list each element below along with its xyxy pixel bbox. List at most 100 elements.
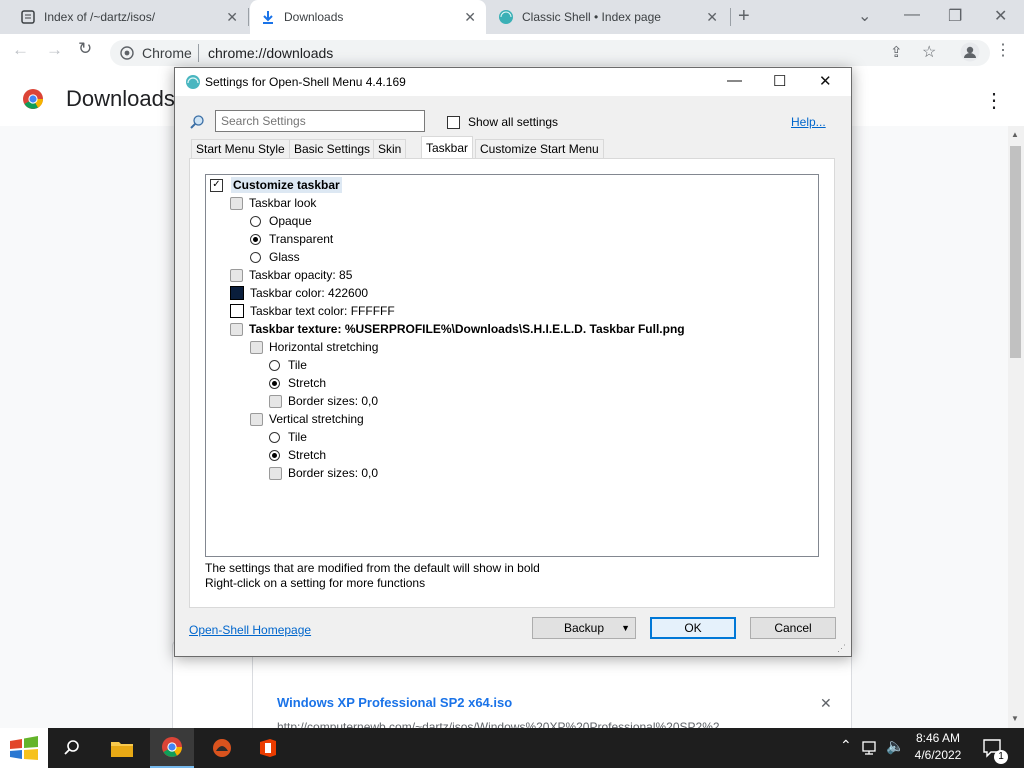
resize-grip-icon[interactable]: ⋰ [837, 643, 846, 654]
network-icon[interactable] [862, 740, 880, 756]
clock-date[interactable]: 4/6/2022 [912, 748, 964, 762]
tab-index-of-isos[interactable]: Index of /~dartz/isos/ ✕ [0, 0, 248, 34]
dialog-minimize-icon[interactable]: — [727, 72, 742, 89]
taskbar-app[interactable] [200, 728, 244, 768]
radio-icon[interactable] [250, 215, 261, 227]
scrollbar-thumb[interactable] [1010, 146, 1021, 358]
scroll-down-icon[interactable]: ▼ [1011, 714, 1019, 723]
color-swatch[interactable] [230, 304, 244, 318]
radio-icon[interactable] [269, 431, 280, 443]
color-swatch[interactable] [230, 286, 244, 300]
close-tab-icon[interactable]: ✕ [464, 9, 476, 26]
tab-downloads[interactable]: Downloads ✕ [250, 0, 486, 34]
settings-page-icon [250, 412, 263, 426]
tab-customize-start-menu[interactable]: Customize Start Menu [475, 139, 604, 158]
checkbox-box[interactable] [447, 115, 460, 129]
tree-label: Taskbar look [249, 196, 317, 210]
tab-label: Classic Shell • Index page [522, 10, 661, 24]
radio-selected-icon[interactable] [269, 449, 280, 461]
scroll-up-icon[interactable]: ▲ [1011, 130, 1019, 139]
downloads-menu-icon[interactable]: ⋮ [984, 88, 1004, 113]
ok-button[interactable]: OK [650, 617, 736, 639]
radio-selected-icon[interactable] [250, 233, 261, 245]
tree-item-taskbar-look[interactable]: Taskbar look [230, 194, 316, 212]
tab-search-icon[interactable]: ⌄ [858, 6, 871, 26]
tab-taskbar[interactable]: Taskbar [421, 136, 474, 158]
tree-item-customize-taskbar[interactable]: ✓ Customize taskbar [210, 176, 342, 194]
tree-item-transparent[interactable]: Transparent [250, 230, 333, 248]
show-hidden-icons[interactable]: ⌃ [840, 737, 852, 754]
search-settings-input[interactable] [215, 110, 425, 132]
check-icon[interactable]: ✓ [210, 178, 223, 192]
tree-label: Tile [288, 358, 307, 372]
back-icon[interactable]: ← [12, 40, 29, 60]
new-tab-button[interactable]: + [738, 5, 750, 28]
reload-icon[interactable]: ↻ [78, 39, 92, 59]
tree-item-h-border-sizes[interactable]: Border sizes: 0,0 [269, 392, 378, 410]
url-text[interactable]: chrome://downloads [208, 45, 333, 61]
page-icon [21, 10, 35, 24]
clock-time[interactable]: 8:46 AM [912, 731, 964, 745]
tab-skin[interactable]: Skin [373, 139, 407, 158]
tree-item-glass[interactable]: Glass [250, 248, 300, 266]
taskbar-chrome[interactable] [150, 728, 194, 768]
restore-icon[interactable]: ❐ [948, 6, 962, 26]
tree-item-taskbar-opacity[interactable]: Taskbar opacity: 85 [230, 266, 352, 284]
volume-icon[interactable]: 🔈 [886, 737, 905, 755]
tab-label: Index of /~dartz/isos/ [44, 10, 156, 24]
close-window-icon[interactable]: ✕ [994, 6, 1007, 26]
bookmark-star-icon[interactable]: ☆ [922, 42, 936, 62]
tab-basic-settings[interactable]: Basic Settings [289, 139, 376, 158]
menu-icon[interactable]: ⋮ [995, 40, 1011, 60]
tree-item-horizontal-stretching[interactable]: Horizontal stretching [250, 338, 378, 356]
show-all-settings-checkbox[interactable]: Show all settings [447, 115, 558, 129]
remove-download-icon[interactable]: ✕ [820, 695, 832, 712]
close-tab-icon[interactable]: ✕ [226, 9, 238, 26]
tree-label: Taskbar texture: %USERPROFILE%\Downloads… [249, 322, 685, 336]
tree-label: Stretch [288, 376, 327, 390]
tab-start-menu-style[interactable]: Start Menu Style [191, 139, 290, 158]
settings-dialog: Settings for Open-Shell Menu 4.4.169 — ☐… [174, 67, 852, 657]
search-icon [190, 115, 204, 129]
download-url[interactable]: http://computernewb.com/~dartz/isos/Wind… [277, 720, 797, 728]
checkbox-label: Show all settings [468, 115, 559, 129]
profile-icon[interactable] [960, 42, 980, 62]
taskbar-search-button[interactable] [50, 728, 94, 768]
settings-page-icon [230, 322, 243, 336]
tree-item-h-tile[interactable]: Tile [269, 356, 307, 374]
radio-icon[interactable] [269, 359, 280, 371]
hint-right-click: Right-click on a setting for more functi… [205, 576, 426, 590]
forward-icon[interactable]: → [46, 40, 63, 60]
taskbar-file-explorer[interactable] [100, 728, 144, 768]
tab-classic-shell[interactable]: Classic Shell • Index page ✕ [488, 0, 728, 34]
tree-item-taskbar-color[interactable]: Taskbar color: 422600 [230, 284, 368, 302]
tree-label: Taskbar text color: FFFFFF [250, 304, 395, 318]
omnibox-divider [198, 44, 199, 62]
dialog-maximize-icon[interactable]: ☐ [773, 72, 786, 90]
tree-item-vertical-stretching[interactable]: Vertical stretching [250, 410, 364, 428]
radio-selected-icon[interactable] [269, 377, 280, 389]
dialog-close-icon[interactable]: ✕ [819, 72, 832, 90]
start-button[interactable] [0, 728, 48, 768]
download-file-link[interactable]: Windows XP Professional SP2 x64.iso [277, 695, 512, 710]
tree-item-v-tile[interactable]: Tile [269, 428, 307, 446]
minimize-icon[interactable]: — [904, 6, 920, 24]
tree-item-taskbar-texture[interactable]: Taskbar texture: %USERPROFILE%\Downloads… [230, 320, 685, 338]
share-icon[interactable]: ⇪ [890, 43, 903, 61]
tree-item-v-stretch[interactable]: Stretch [269, 446, 326, 464]
settings-tree[interactable]: ✓ Customize taskbar Taskbar look Opaque … [205, 174, 819, 557]
open-shell-homepage-link[interactable]: Open-Shell Homepage [189, 623, 311, 637]
backup-button[interactable]: Backup ▼ [532, 617, 636, 639]
taskbar-office[interactable] [246, 728, 290, 768]
tree-item-h-stretch[interactable]: Stretch [269, 374, 326, 392]
radio-icon[interactable] [250, 251, 261, 263]
cancel-button[interactable]: Cancel [750, 617, 836, 639]
tab-label: Downloads [284, 10, 344, 24]
close-tab-icon[interactable]: ✕ [706, 9, 718, 26]
tree-item-opaque[interactable]: Opaque [250, 212, 312, 230]
windows-logo-icon [10, 736, 38, 760]
tree-item-taskbar-text-color[interactable]: Taskbar text color: FFFFFF [230, 302, 395, 320]
tree-item-v-border-sizes[interactable]: Border sizes: 0,0 [269, 464, 378, 482]
help-link[interactable]: Help... [791, 115, 826, 129]
chrome-logo-icon [23, 89, 43, 109]
